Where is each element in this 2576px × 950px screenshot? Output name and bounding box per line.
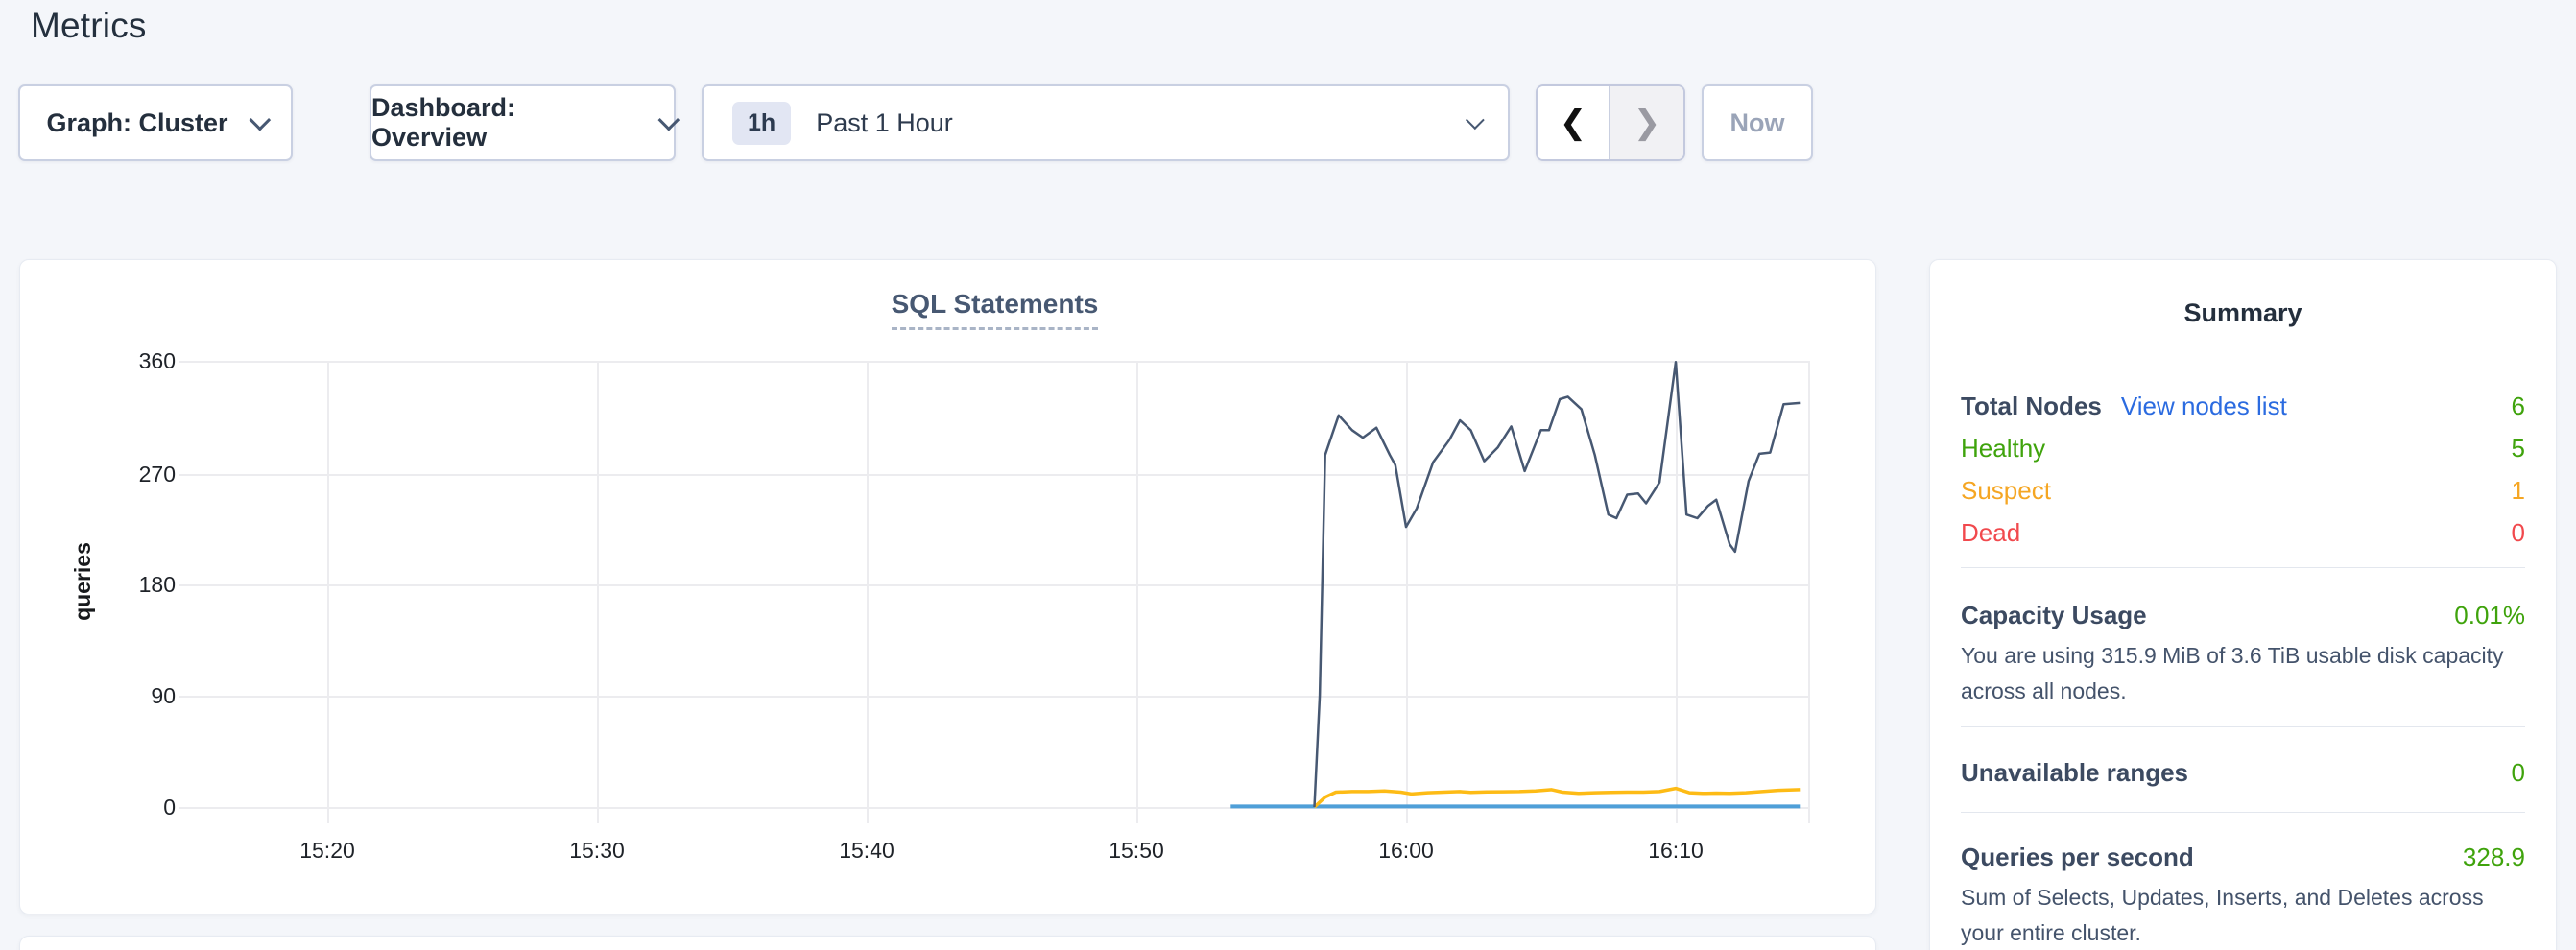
chevron-down-icon — [249, 109, 271, 131]
dashboard-selector-label: Dashboard: Overview — [371, 93, 637, 153]
x-tick-label: 16:10 — [1609, 836, 1743, 865]
capacity-usage-value: 0.01% — [2454, 601, 2525, 630]
capacity-usage-description: You are using 315.9 MiB of 3.6 TiB usabl… — [1961, 638, 2529, 709]
time-range-label: Past 1 Hour — [816, 108, 953, 138]
chart-plot-area[interactable] — [179, 354, 1810, 834]
unavailable-ranges-value: 0 — [2512, 758, 2525, 788]
now-button-label: Now — [1730, 108, 1785, 138]
previous-time-window-button[interactable]: ❮ — [1538, 86, 1610, 159]
chevron-down-icon — [1466, 110, 1485, 130]
chevron-down-icon — [658, 109, 680, 131]
metrics-page: { "page": { "title": "Metrics", "backgro… — [0, 0, 2576, 950]
page-title: Metrics — [31, 6, 147, 46]
dashboard-selector-dropdown[interactable]: Dashboard: Overview — [370, 84, 676, 161]
unavailable-ranges-row: Unavailable ranges 0 — [1961, 755, 2525, 790]
queries-per-second-label: Queries per second — [1961, 843, 2194, 872]
x-tick-label: 15:40 — [799, 836, 934, 865]
divider — [1961, 567, 2525, 568]
capacity-usage-row: Capacity Usage 0.01% — [1961, 598, 2525, 632]
y-tick-label: 180 — [70, 570, 176, 599]
total-nodes-row: Total Nodes View nodes list 6 — [1961, 389, 2525, 423]
graph-selector-dropdown[interactable]: Graph: Cluster — [18, 84, 293, 161]
line-series-navy — [1315, 362, 1801, 807]
chart-title[interactable]: SQL Statements — [892, 289, 1099, 330]
capacity-usage-label: Capacity Usage — [1961, 601, 2147, 630]
chevron-left-icon: ❮ — [1560, 104, 1587, 142]
summary-title: Summary — [1930, 298, 2556, 328]
x-tick-label: 15:30 — [530, 836, 664, 865]
total-nodes-value: 6 — [2512, 392, 2525, 421]
graph-selector-label: Graph: Cluster — [46, 108, 227, 138]
queries-per-second-value: 328.9 — [2463, 843, 2525, 872]
healthy-nodes-row: Healthy 5 — [1961, 431, 2525, 465]
y-tick-label: 270 — [70, 460, 176, 488]
line-series-yellow — [1315, 789, 1801, 807]
dead-value: 0 — [2512, 518, 2525, 548]
y-tick-label: 90 — [70, 681, 176, 710]
now-button[interactable]: Now — [1702, 84, 1813, 161]
total-nodes-label: Total Nodes — [1961, 392, 2102, 421]
healthy-value: 5 — [2512, 434, 2525, 463]
time-window-arrows: ❮ ❯ — [1536, 84, 1685, 161]
time-range-dropdown[interactable]: 1h Past 1 Hour — [702, 84, 1510, 161]
dead-label: Dead — [1961, 518, 2020, 548]
suspect-nodes-row: Suspect 1 — [1961, 473, 2525, 508]
y-tick-label: 360 — [70, 346, 176, 375]
view-nodes-list-link[interactable]: View nodes list — [2121, 392, 2287, 421]
divider — [1961, 812, 2525, 813]
unavailable-ranges-label: Unavailable ranges — [1961, 758, 2188, 788]
divider — [1961, 726, 2525, 727]
dead-nodes-row: Dead 0 — [1961, 515, 2525, 550]
suspect-value: 1 — [2512, 476, 2525, 506]
suspect-label: Suspect — [1961, 476, 2051, 506]
healthy-label: Healthy — [1961, 434, 2045, 463]
queries-per-second-description: Sum of Selects, Updates, Inserts, and De… — [1961, 880, 2529, 950]
y-tick-label: 0 — [70, 793, 176, 821]
x-tick-label: 15:50 — [1069, 836, 1204, 865]
chevron-right-icon: ❯ — [1634, 104, 1661, 142]
x-tick-label: 16:00 — [1339, 836, 1473, 865]
sql-statements-chart-card: SQL Statements queries 360 270 180 90 0 … — [19, 259, 1876, 914]
summary-panel: Summary Total Nodes View nodes list 6 He… — [1929, 259, 2557, 950]
next-chart-card — [19, 936, 1876, 950]
time-range-badge: 1h — [732, 102, 791, 145]
x-tick-label: 15:20 — [260, 836, 394, 865]
next-time-window-button[interactable]: ❯ — [1610, 86, 1683, 159]
queries-per-second-row: Queries per second 328.9 — [1961, 840, 2525, 874]
